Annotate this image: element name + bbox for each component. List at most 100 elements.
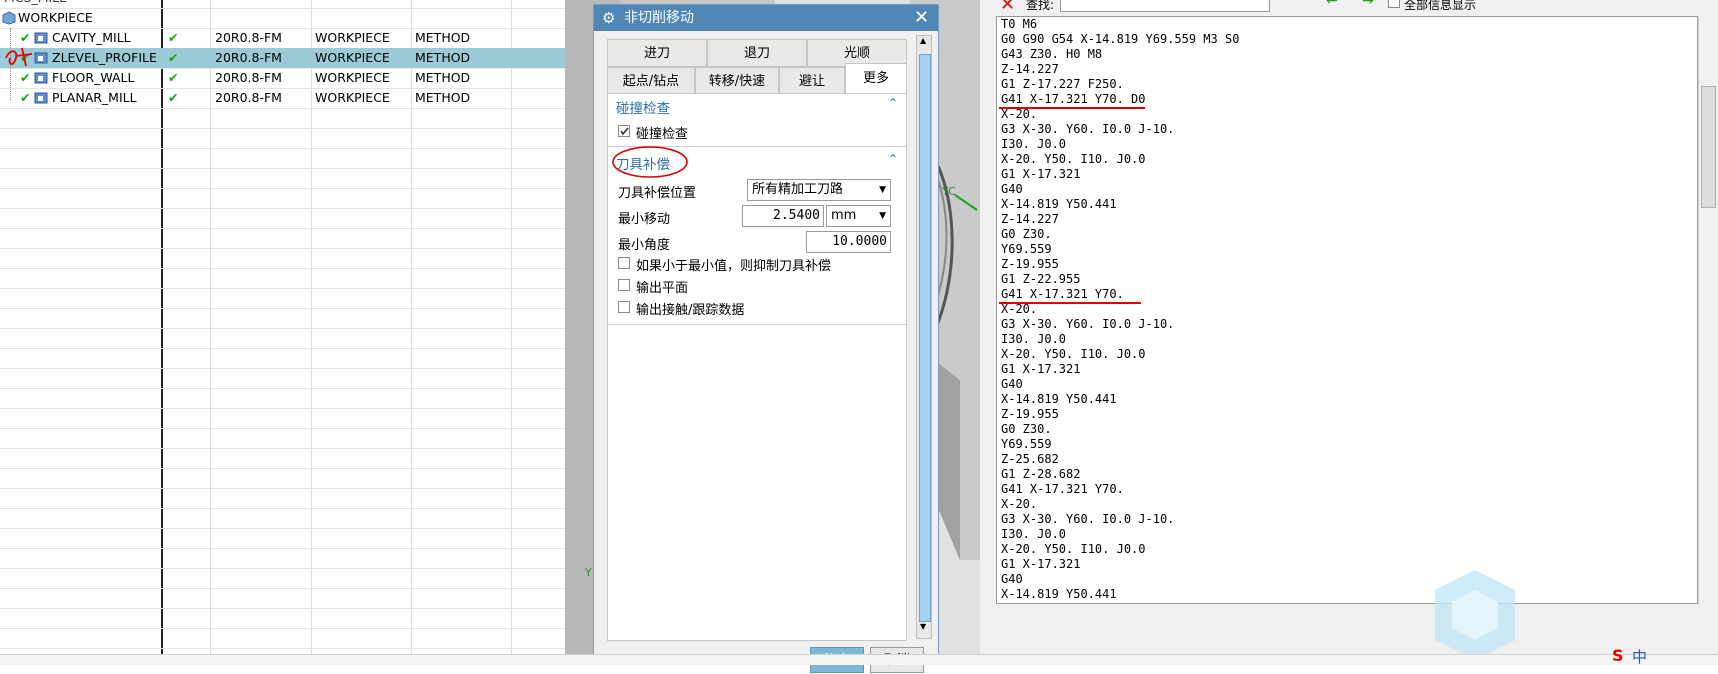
empty-grid-row	[0, 528, 565, 549]
code-scrollbar[interactable]	[1698, 16, 1717, 604]
code-line: X-20.	[1001, 107, 1038, 121]
tab-more[interactable]: 更多	[845, 63, 907, 95]
tab-avoidance[interactable]: 避让	[779, 67, 845, 95]
empty-grid-row	[0, 628, 565, 649]
code-line: G1 Z-17.227 F250.	[1001, 77, 1124, 91]
scroll-up-icon[interactable]: ▲	[920, 36, 926, 45]
operation-icon	[34, 71, 48, 85]
collapse-chevron-icon[interactable]: ⌃	[888, 96, 898, 110]
code-line: Z-14.227	[1001, 212, 1059, 226]
axis-label-y: Y	[584, 566, 592, 579]
empty-grid-row	[0, 208, 565, 229]
cutter-comp-position-select[interactable]: 所有精加工刀路 ▼	[747, 179, 891, 201]
code-line: G40	[1001, 182, 1023, 196]
axis-label-yc: YC	[941, 185, 956, 198]
tab-retract[interactable]: 退刀	[707, 39, 807, 67]
non-cutting-moves-dialog: ⚙ 非切削移动 ✕ 进刀 退刀 光顺 起点/钻点 转移/快速 避让 更多 碰撞检…	[593, 4, 939, 673]
operation-row[interactable]: ✔ FLOOR_WALL ✔ 20R0.8-FM WORKPIECE METHOD	[0, 68, 565, 89]
empty-grid-row	[0, 328, 565, 349]
collision-section-title[interactable]: 碰撞检查	[616, 97, 670, 117]
output-contact-checkbox[interactable]	[618, 301, 630, 313]
tree-label-mcs: MCS_MILL	[4, 0, 66, 8]
min-angle-input[interactable]: 10.0000	[806, 231, 891, 253]
code-line: X-14.819 Y50.441	[1001, 587, 1117, 601]
tree-row-workpiece[interactable]: WORKPIECE	[0, 8, 565, 29]
code-line: G43 Z30. H0 M8	[1001, 47, 1103, 61]
suppress-comp-checkbox[interactable]	[618, 257, 630, 269]
dialog-title: 非切削移动	[624, 10, 694, 26]
empty-grid-row	[0, 588, 565, 609]
operation-row[interactable]: ✔ ZLEVEL_PROFILE ✔ 20R0.8-FM WORKPIECE METHOD	[0, 48, 565, 69]
operation-method: METHOD	[415, 50, 471, 65]
operation-name: CAVITY_MILL	[52, 30, 131, 45]
bottom-edge	[0, 654, 1718, 665]
empty-grid-row	[0, 348, 565, 369]
code-line: X-20.	[1001, 302, 1038, 316]
nc-code-text-area[interactable]: T0 M6 G0 G90 G54 X-14.819 Y69.559 M3 S0 G4…	[996, 16, 1698, 604]
show-all-checkbox[interactable]	[1388, 0, 1400, 8]
min-move-unit-select[interactable]: mm ▼	[826, 205, 891, 227]
output-plane-checkbox[interactable]	[618, 279, 630, 291]
code-line: X-20. Y50. I10. J0.0	[1001, 152, 1146, 166]
scroll-down-icon[interactable]: ▼	[920, 622, 926, 631]
empty-grid-row	[0, 468, 565, 489]
code-line: T0 M6	[1001, 17, 1038, 31]
operation-tool: 20R0.8-FM	[215, 50, 282, 65]
workpiece-icon	[2, 11, 16, 25]
collision-checkbox[interactable]	[618, 125, 630, 137]
code-line: Y69.559	[1001, 437, 1052, 451]
sogou-ime-icon[interactable]: S	[1612, 646, 1624, 665]
code-line: G1 Z-22.955	[1001, 272, 1081, 286]
tree-label-workpiece: WORKPIECE	[18, 10, 93, 25]
code-line: G41 X-17.321 Y70. D0	[1001, 92, 1146, 106]
show-all-label: 全部信息显示	[1404, 0, 1477, 12]
code-line: G3 X-30. Y60. I0.0 J-10.	[1001, 317, 1175, 331]
operation-method: METHOD	[415, 30, 471, 45]
empty-grid-row	[0, 248, 565, 269]
gear-icon: ⚙	[602, 9, 616, 27]
min-move-input[interactable]: 2.5400	[742, 205, 824, 227]
collapse-chevron-icon[interactable]: ⌃	[888, 152, 898, 166]
code-line: X-20. Y50. I10. J0.0	[1001, 542, 1146, 556]
operation-icon	[34, 31, 48, 45]
tab-transfer-rapid[interactable]: 转移/快速	[695, 67, 779, 95]
dialog-scrollbar[interactable]: ▲ ▼	[916, 35, 932, 639]
arrow-right-icon[interactable]: →	[1362, 0, 1374, 9]
close-icon[interactable]: ✕	[914, 5, 929, 31]
code-line: X-14.819 Y50.441	[1001, 197, 1117, 211]
operation-row[interactable]: ✔ CAVITY_MILL ✔ 20R0.8-FM WORKPIECE METHOD	[0, 28, 565, 49]
operation-name: PLANAR_MILL	[52, 90, 137, 105]
dialog-scroll-thumb[interactable]	[919, 54, 931, 622]
operation-row[interactable]: ✔ PLANAR_MILL ✔ 20R0.8-FM WORKPIECE METHOD	[0, 88, 565, 109]
output-plane-label: 输出平面	[636, 281, 689, 296]
empty-grid-row	[0, 108, 565, 129]
tab-start-drill-points[interactable]: 起点/钻点	[607, 67, 695, 95]
code-line: I30. J0.0	[1001, 527, 1067, 541]
code-line: G0 Z30.	[1001, 422, 1052, 436]
code-line: X-14.819 Y50.441	[1001, 392, 1117, 406]
collision-checkbox-label: 碰撞检查	[636, 127, 689, 142]
code-line: I30. J0.0	[1001, 137, 1067, 151]
cutter-comp-position-value: 所有精加工刀路	[752, 182, 844, 197]
code-line: Z-25.682	[1001, 602, 1059, 603]
arrow-left-icon[interactable]: ←	[1326, 0, 1338, 9]
code-scroll-thumb[interactable]	[1701, 86, 1716, 208]
empty-grid-row	[0, 128, 565, 149]
code-line: Z-14.227	[1001, 62, 1059, 76]
code-line: G3 X-30. Y60. I0.0 J-10.	[1001, 122, 1175, 136]
path-status-check-icon: ✔	[168, 70, 179, 85]
min-angle-label: 最小角度	[618, 238, 671, 253]
chevron-down-icon: ▼	[879, 211, 886, 221]
search-input[interactable]	[1060, 0, 1270, 12]
close-icon[interactable]: ✕	[1000, 0, 1015, 15]
dialog-title-bar[interactable]: ⚙ 非切削移动 ✕	[594, 5, 938, 31]
code-line: G0 Z30.	[1001, 227, 1052, 241]
tab-engage[interactable]: 进刀	[607, 39, 707, 67]
code-line: G0 G90 G54 X-14.819 Y69.559 M3 S0	[1001, 32, 1240, 46]
code-line: G40	[1001, 572, 1023, 586]
empty-grid-row	[0, 408, 565, 429]
suppress-comp-label: 如果小于最小值，则抑制刀具补偿	[636, 259, 832, 274]
empty-grid-row	[0, 308, 565, 329]
empty-grid-row	[0, 148, 565, 169]
watermark-logo	[1435, 570, 1515, 660]
